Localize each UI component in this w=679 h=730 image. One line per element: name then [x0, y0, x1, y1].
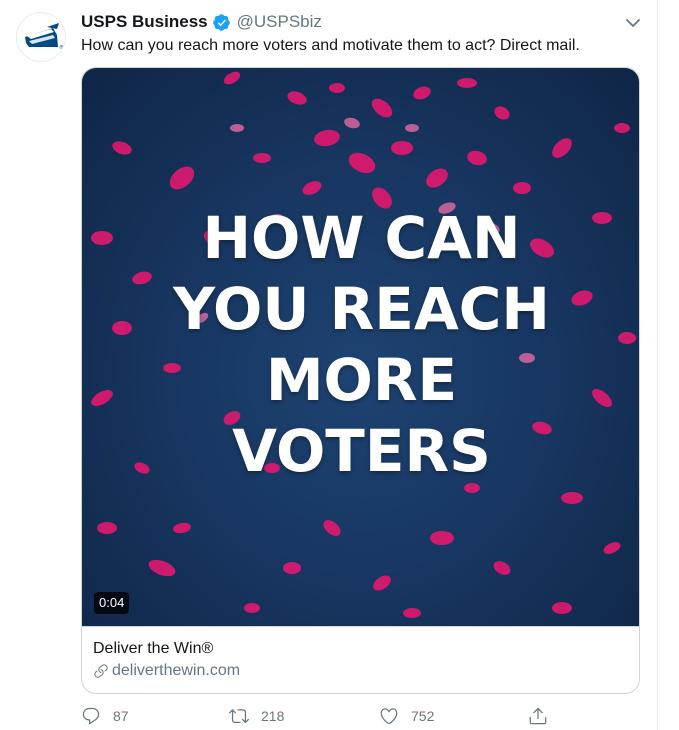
like-count: 752: [411, 708, 435, 724]
svg-text:®: ®: [59, 44, 64, 51]
reply-button[interactable]: 87: [81, 704, 129, 728]
video-duration-badge: 0:04: [94, 592, 130, 614]
retweet-button[interactable]: 218: [229, 704, 284, 728]
card-title: Deliver the Win®: [93, 640, 214, 657]
card-domain: deliverthewin.com: [93, 662, 240, 680]
card-info[interactable]: Deliver the Win® deliverthewin.com: [82, 626, 639, 693]
headline-line: YOU REACH: [173, 275, 550, 343]
link-icon: [94, 664, 108, 678]
display-name[interactable]: USPS Business: [81, 11, 208, 33]
chevron-down-icon[interactable]: [624, 14, 642, 32]
retweet-icon: [229, 709, 249, 724]
headline-line: VOTERS: [232, 417, 491, 485]
tweet-text: How can you reach more voters and motiva…: [81, 37, 580, 54]
retweet-count: 218: [261, 708, 285, 724]
headline-line: HOW CAN: [202, 204, 521, 272]
usps-eagle-logo-icon: ®: [25, 23, 64, 51]
headline-line: MORE: [265, 346, 458, 414]
reply-icon: [82, 707, 100, 725]
verified-badge-icon: [212, 13, 231, 32]
heart-icon: [380, 708, 398, 725]
link-card[interactable]: HOW CAN YOU REACH MORE VOTERS 0:04 Deliv…: [81, 67, 640, 694]
share-button[interactable]: [528, 704, 560, 728]
user-handle[interactable]: @USPSbiz: [237, 11, 322, 33]
tweet-actions: 87 218 752: [81, 704, 561, 728]
share-icon: [529, 707, 547, 725]
avatar[interactable]: ®: [16, 12, 66, 62]
like-button[interactable]: 752: [379, 704, 434, 728]
video-headline: HOW CAN YOU REACH MORE VOTERS: [82, 203, 639, 487]
timeline-divider: [657, 0, 658, 730]
card-domain-text: deliverthewin.com: [112, 662, 241, 679]
video-player[interactable]: HOW CAN YOU REACH MORE VOTERS 0:04: [82, 68, 639, 626]
tweet-header: USPS Business @USPSbiz: [81, 11, 322, 33]
reply-count: 87: [113, 708, 129, 724]
